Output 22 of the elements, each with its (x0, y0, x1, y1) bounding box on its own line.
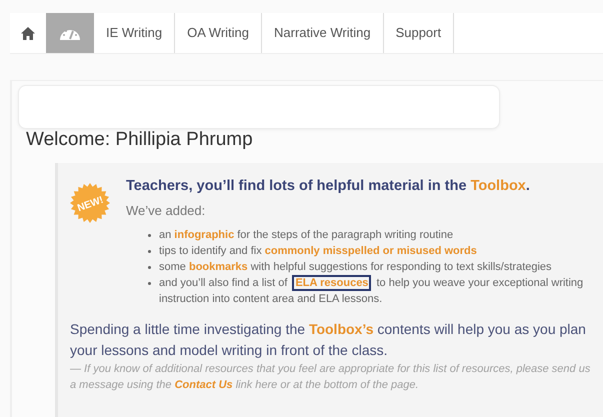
list-item: and you’ll also find a list of ELA resouces to help you weave your exceptional writing instruction into content area and ELA lessons. (159, 274, 584, 306)
callout-heading: Teachers, you’ll find lots of helpful material in the Toolbox. (126, 177, 531, 195)
welcome-heading: Welcome: Phillipia Phrump (26, 129, 253, 151)
link[interactable]: commonly misspelled or misused words (264, 244, 477, 256)
list-item: an infographic for the steps of the paragraph writing routine (159, 228, 454, 242)
bullet-icon (148, 250, 151, 252)
link[interactable]: ELA resouces (292, 274, 372, 290)
bullet-icon (148, 282, 151, 284)
note-text: — If you know of additional resources that you feel are appropriate for this list of resources, please send us a message using the Contact Us link here or at the bottom of the page. (70, 362, 592, 392)
link[interactable]: Contact Us (174, 378, 233, 390)
bullet-icon (148, 266, 151, 268)
link[interactable]: infographic (174, 228, 234, 240)
intro-text: We’ve added: (126, 202, 206, 220)
link[interactable]: Toolbox (470, 178, 526, 194)
bullet-icon (148, 234, 151, 236)
new-badge: NEW! (70, 183, 110, 223)
link[interactable]: bookmarks (188, 260, 248, 272)
list-item: tips to identify and fix commonly misspelled or misused words (159, 244, 477, 258)
home-icon (21, 26, 35, 40)
list-item: some bookmarks with helpful suggestions for responding to text skills/strategies (159, 260, 552, 274)
link[interactable]: Toolbox’s (308, 320, 374, 336)
summary-text: Spending a little time investigating the Toolbox’s contents will help you as you plan your lessons and model writing in front of the class. (70, 320, 587, 360)
